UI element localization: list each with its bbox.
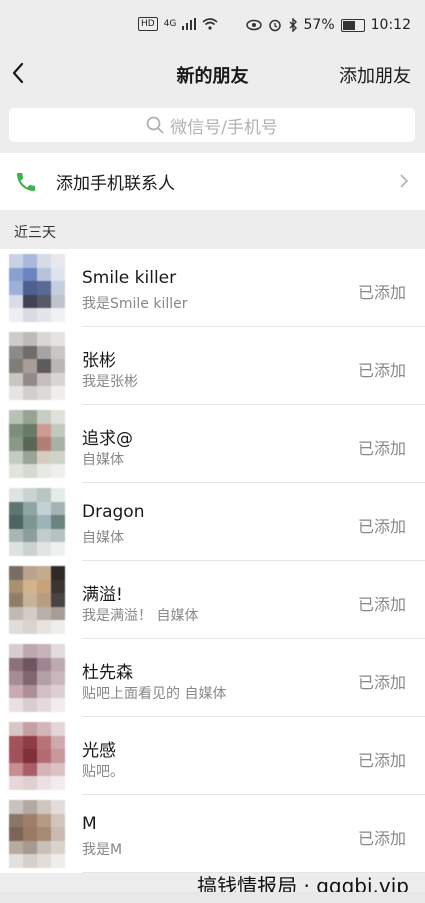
friend-request-item[interactable]: 杜先森贴吧上面看见的 自媒体 已添加 <box>0 639 425 717</box>
friend-intro-message: 自媒体 <box>82 452 124 468</box>
search-input[interactable]: 微信号/手机号 <box>9 108 415 142</box>
network-type: 4G <box>163 19 177 29</box>
friend-name: 满溢! <box>82 585 123 605</box>
wifi-icon <box>202 18 218 30</box>
friend-intro-message: 我是满溢！ 自媒体 <box>82 608 199 624</box>
title-bar: 新的朋友 添加朋友 <box>0 48 425 100</box>
friend-request-item[interactable]: 光感贴吧。 已添加 <box>0 717 425 795</box>
avatar[interactable] <box>9 800 65 868</box>
hd-badge: HD <box>138 17 158 31</box>
added-status-label: 已添加 <box>357 829 406 848</box>
phone-icon <box>17 172 35 191</box>
added-status-label: 已添加 <box>357 361 406 380</box>
friend-intro-message: 贴吧上面看见的 自媒体 <box>82 686 227 702</box>
status-right: 57% 10:12 <box>245 17 411 33</box>
friend-name: Smile killer <box>82 268 177 288</box>
added-status-label: 已添加 <box>357 517 406 536</box>
section-header-recent: 近三天 <box>14 225 56 241</box>
friend-request-item[interactable]: M 我是M 已添加 <box>0 795 425 873</box>
chevron-right-icon <box>400 174 409 188</box>
friend-intro-message: 我是张彬 <box>82 374 138 390</box>
friend-request-item[interactable]: Dragon 自媒体 已添加 <box>0 483 425 561</box>
avatar[interactable] <box>9 644 65 712</box>
avatar[interactable] <box>9 722 65 790</box>
bluetooth-icon <box>289 18 297 32</box>
status-left: HD 4G <box>138 17 218 31</box>
friend-name: 光感 <box>82 741 116 761</box>
avatar[interactable] <box>9 254 65 322</box>
navigation-bar <box>0 892 425 903</box>
avatar[interactable] <box>9 332 65 400</box>
eye-icon <box>245 19 262 31</box>
added-status-label: 已添加 <box>357 439 406 458</box>
friend-request-item[interactable]: 追求@ 自媒体 已添加 <box>0 405 425 483</box>
alarm-icon <box>268 19 281 32</box>
added-status-label: 已添加 <box>357 283 406 302</box>
add-friends-button[interactable]: 添加朋友 <box>339 62 411 88</box>
friend-name: 追求@ <box>82 429 133 449</box>
friend-name: Dragon <box>82 502 145 522</box>
battery-percent: 57% <box>303 17 335 33</box>
clock: 10:12 <box>370 17 411 33</box>
friend-intro-message: 自媒体 <box>82 530 124 546</box>
add-contacts-label: 添加手机联系人 <box>56 174 175 194</box>
friend-request-list: Smile killer 我是Smile killer 已添加 张彬 我是张彬 已添加 追求… <box>0 249 425 873</box>
battery-icon <box>340 18 365 32</box>
friend-request-item[interactable]: Smile killer 我是Smile killer 已添加 <box>0 249 425 327</box>
friend-name: 张彬 <box>82 351 116 371</box>
status-bar: HD 4G 57% 10:12 <box>0 0 425 48</box>
friend-intro-message: 我是M <box>82 842 123 858</box>
avatar[interactable] <box>9 488 65 556</box>
added-status-label: 已添加 <box>357 751 406 770</box>
added-status-label: 已添加 <box>357 595 406 614</box>
friend-intro-message: 我是Smile killer <box>82 296 188 312</box>
search-placeholder: 微信号/手机号 <box>170 117 278 138</box>
friend-request-item[interactable]: 满溢! 我是满溢！ 自媒体 已添加 <box>0 561 425 639</box>
search-icon <box>146 116 164 134</box>
friend-name: M <box>82 814 97 834</box>
signal-icon <box>182 18 197 30</box>
added-status-label: 已添加 <box>357 673 406 692</box>
avatar[interactable] <box>9 410 65 478</box>
friend-request-item[interactable]: 张彬我是张彬 已添加 <box>0 327 425 405</box>
friend-intro-message: 贴吧。 <box>82 764 124 780</box>
friend-name: 杜先森 <box>82 663 133 683</box>
avatar[interactable] <box>9 566 65 634</box>
add-phone-contacts-row[interactable]: 添加手机联系人 <box>0 153 425 210</box>
